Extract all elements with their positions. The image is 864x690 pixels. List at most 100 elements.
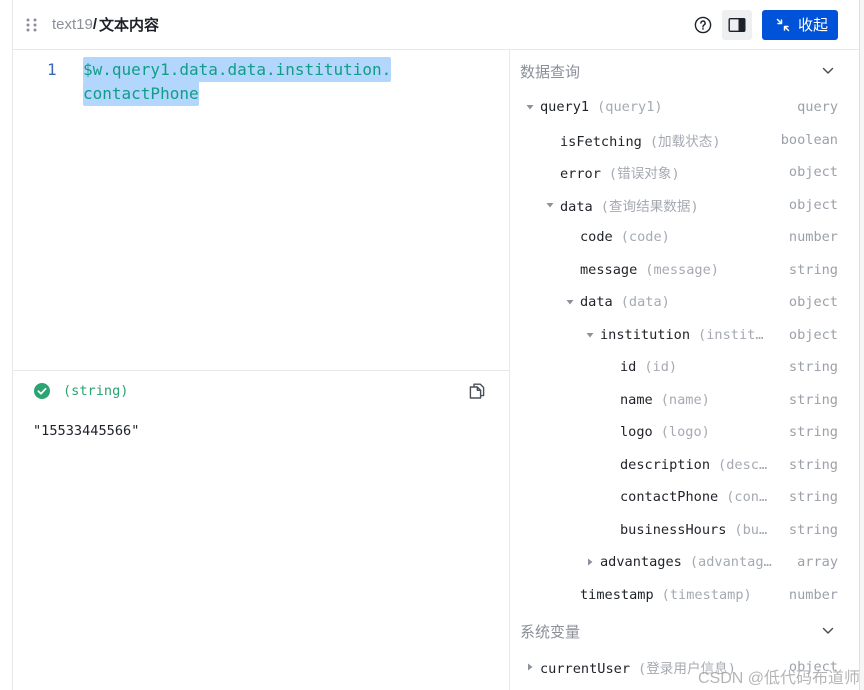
background-page-edge	[860, 0, 864, 690]
tree-node-key: currentUser	[540, 661, 631, 678]
tree-node-name[interactable]: name (name) string	[510, 384, 859, 417]
tree-node-business-hours[interactable]: businessHours (bu… string	[510, 514, 859, 547]
tree-node-name: logo (logo)	[620, 424, 774, 440]
tree-node-key: code	[580, 229, 613, 246]
chevron-down-icon[interactable]	[822, 67, 834, 75]
tree-node-timestamp[interactable]: timestamp (timestamp) number	[510, 579, 859, 612]
breadcrumb-separator: /	[92, 16, 98, 33]
tree-node-type: query	[797, 99, 838, 116]
collapse-button[interactable]: 收起	[762, 9, 838, 40]
tree-node-key: contactPhone	[620, 489, 719, 506]
tree-node-type: string	[788, 456, 838, 473]
tree-node-label: (instit…	[698, 326, 764, 343]
collapse-button-label: 收起	[798, 17, 829, 34]
tree-node-type: object	[788, 294, 838, 311]
caret-right-icon[interactable]	[526, 663, 534, 671]
tree-node-error[interactable]: error (错误对象) object	[510, 156, 859, 189]
tree-node-key: timestamp	[580, 586, 654, 603]
variable-panel: 数据查询 query1 (query1) query isFetching (加载状态) b…	[510, 50, 859, 690]
property-title: 文本内容	[99, 17, 160, 34]
tree-node-name: advantages (advantag…	[600, 554, 774, 570]
tree-node-institution[interactable]: institution (instit… object	[510, 319, 859, 352]
tree-node-data[interactable]: data (data) object	[510, 286, 859, 319]
tree-node-type: number	[788, 586, 838, 603]
tree-node-label: (message)	[645, 261, 719, 278]
tree-node-name: businessHours (bu…	[620, 522, 774, 538]
tree-node-type: object	[788, 196, 838, 213]
tree-node-key: description	[620, 456, 711, 473]
tree-node-name: code (code)	[580, 229, 774, 245]
tree-node-type: boolean	[780, 131, 838, 148]
tree-node-key: message	[580, 261, 638, 278]
caret-down-icon[interactable]	[526, 103, 534, 111]
result-header: (string)	[13, 371, 509, 411]
tree-node-label: (code)	[620, 229, 670, 246]
shrink-icon	[776, 18, 790, 32]
tree-node-label: (desc…	[718, 456, 768, 473]
tree-node-is-fetching[interactable]: isFetching (加载状态) boolean	[510, 124, 859, 157]
tree-node-label: (错误对象)	[608, 166, 680, 183]
tree-node-type: object	[788, 326, 838, 343]
caret-down-icon[interactable]	[566, 298, 574, 306]
section-header[interactable]: 数据查询	[510, 51, 859, 91]
code-selection: $w.query1.data.data.institution.contactP…	[83, 57, 392, 106]
editor-body: 1 $w.query1.data.data.institution.contac…	[13, 50, 859, 690]
tree-node-name: description (desc…	[620, 457, 774, 473]
tree-node-type: string	[788, 391, 838, 408]
tree-node-advantages[interactable]: advantages (advantag… array	[510, 546, 859, 579]
tree-node-key: institution	[600, 326, 691, 343]
tree-node-key: error	[560, 166, 601, 183]
tree-node-name: id (id)	[620, 359, 774, 375]
tree-node-message[interactable]: message (message) string	[510, 254, 859, 287]
drag-handle-icon[interactable]	[26, 18, 37, 32]
section-title: 系统变量	[520, 623, 581, 641]
tree-node-label: (advantag…	[689, 554, 772, 571]
tree-node-label: (query1)	[597, 99, 663, 116]
chevron-down-icon[interactable]	[822, 627, 834, 635]
sidebar-toggle-icon	[728, 17, 746, 33]
tree-node-label: (查询结果数据)	[600, 198, 699, 215]
tree-node-label: (con…	[726, 489, 768, 506]
tree-node-label: (id)	[644, 359, 678, 376]
expression-pane: 1 $w.query1.data.data.institution.contac…	[13, 50, 510, 690]
tree-node-data[interactable]: data (查询结果数据) object	[510, 189, 859, 222]
caret-down-icon[interactable]	[546, 201, 554, 209]
tree-node-key: data	[560, 198, 593, 215]
tree-node-name: contactPhone (con…	[620, 489, 774, 505]
tree-node-description[interactable]: description (desc… string	[510, 449, 859, 482]
tree-node-name: data (查询结果数据)	[560, 195, 774, 215]
caret-right-icon[interactable]	[586, 558, 594, 566]
section-header[interactable]: 系统变量	[510, 611, 859, 651]
result-value: "15533445566"	[33, 423, 140, 439]
tree-node-logo[interactable]: logo (logo) string	[510, 416, 859, 449]
tree-node-query1[interactable]: query1 (query1) query	[510, 91, 859, 124]
watermark: CSDN @低代码布道师	[697, 670, 860, 687]
tree-node-name: query1 (query1)	[540, 99, 774, 115]
code-line[interactable]: $w.query1.data.data.institution.contactP…	[83, 57, 395, 106]
help-button[interactable]	[688, 10, 718, 40]
panel-toggle-button[interactable]	[722, 9, 752, 40]
tree-node-key: query1	[540, 99, 590, 116]
tree-node-code[interactable]: code (code) number	[510, 221, 859, 254]
tree-node-type: number	[788, 229, 838, 246]
check-circle-icon	[34, 383, 50, 399]
tree-node-label: (logo)	[660, 424, 710, 441]
tree-node-id[interactable]: id (id) string	[510, 351, 859, 384]
line-number: 1	[47, 60, 57, 79]
tree-node-type: string	[788, 261, 838, 278]
result-type: (string)	[63, 383, 129, 399]
tree-node-contact-phone[interactable]: contactPhone (con… string	[510, 481, 859, 514]
tree-node-name: institution (instit…	[600, 327, 774, 343]
tree-node-key: name	[620, 391, 653, 408]
expression-editor-panel: text19 / 文本内容 收起 1 $w.query1.data.data.i…	[12, 0, 860, 690]
tree-node-key: logo	[620, 424, 653, 441]
tree-node-type: string	[788, 359, 838, 376]
caret-down-icon[interactable]	[586, 331, 594, 339]
tree-node-name: isFetching (加载状态)	[560, 130, 774, 150]
tree-node-label: (name)	[660, 391, 710, 408]
tree-node-type: array	[797, 554, 838, 571]
tree-node-type: string	[788, 489, 838, 506]
copy-icon[interactable]	[468, 382, 486, 400]
tree-node-label: (timestamp)	[661, 586, 752, 603]
code-editor[interactable]: 1 $w.query1.data.data.institution.contac…	[13, 50, 509, 370]
